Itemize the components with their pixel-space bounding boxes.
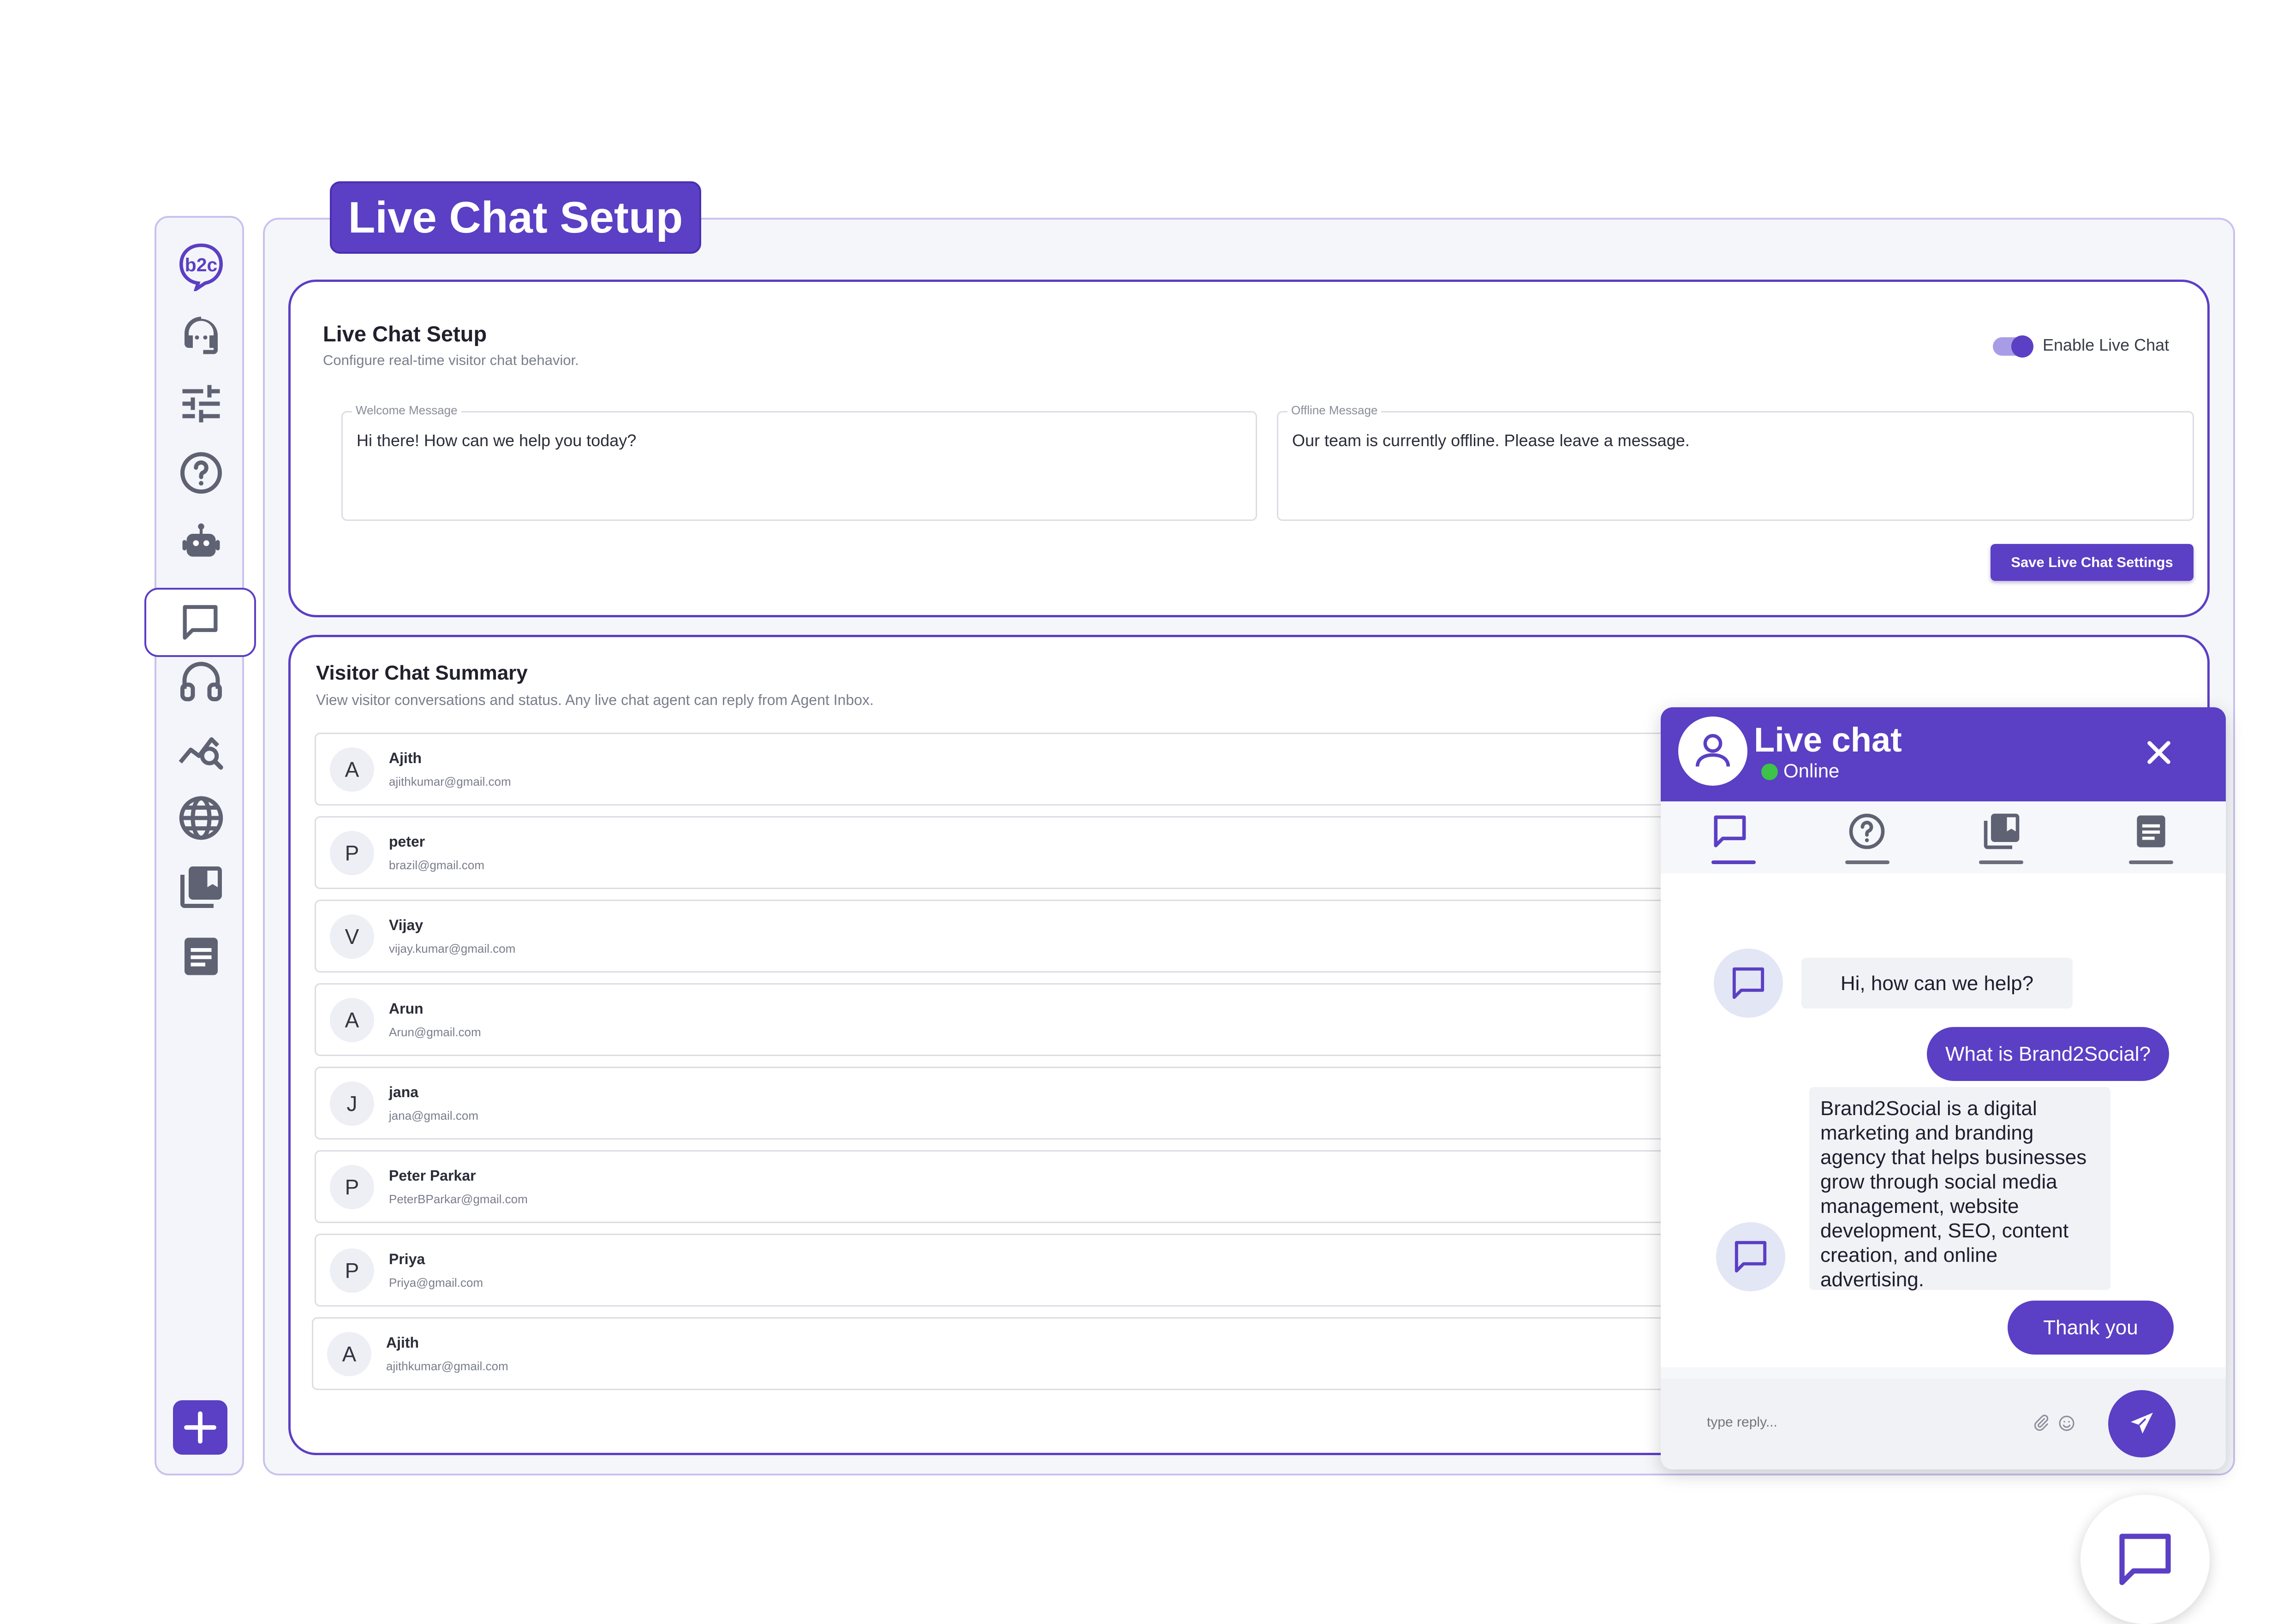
visitor-email: brazil@gmail.com: [389, 858, 484, 872]
emoji-icon: [2059, 1415, 2074, 1431]
chat-messages: Hi, how can we help? What is Brand2Socia…: [1661, 873, 2226, 1367]
visitor-name: Ajith: [386, 1334, 419, 1351]
tab-help[interactable]: [1842, 806, 1892, 857]
visitor-name: jana: [389, 1084, 419, 1100]
send-button[interactable]: [2108, 1390, 2176, 1457]
summary-title: Visitor Chat Summary: [316, 662, 528, 684]
chat-title: Live chat: [1754, 721, 1902, 759]
offline-message-label: Offline Message: [1288, 403, 1382, 418]
agent-avatar: [1678, 716, 1747, 786]
bot-message: Hi, how can we help?: [1801, 958, 2073, 1009]
chat-launcher-button[interactable]: [2080, 1495, 2210, 1624]
welcome-message-field[interactable]: Welcome Message Hi there! How can we hel…: [341, 403, 1257, 521]
offline-message-value: Our team is currently offline. Please le…: [1292, 431, 1690, 450]
user-message: Thank you: [2008, 1301, 2174, 1355]
setup-subtitle: Configure real-time visitor chat behavio…: [323, 352, 579, 368]
enable-live-chat-toggle[interactable]: [1993, 335, 2033, 358]
bot-avatar: [1714, 949, 1783, 1018]
logo-icon[interactable]: b2c: [176, 241, 227, 292]
online-status-dot: [1761, 764, 1778, 780]
avatar: A: [327, 1332, 371, 1376]
globe-icon[interactable]: [176, 793, 227, 843]
tab-chat[interactable]: [1705, 806, 1755, 857]
visitor-name: Arun: [389, 1000, 423, 1017]
avatar: P: [330, 1248, 374, 1293]
tab-help-underline: [1845, 860, 1890, 864]
visitor-email: jana@gmail.com: [389, 1109, 479, 1122]
support-agent-icon[interactable]: [176, 310, 227, 361]
enable-live-chat-label: Enable Live Chat: [2043, 335, 2170, 354]
library-icon[interactable]: [176, 862, 227, 913]
visitor-email: Arun@gmail.com: [389, 1025, 481, 1039]
visitor-email: Priya@gmail.com: [389, 1276, 483, 1290]
chat-status: Online: [1783, 760, 1840, 782]
visitor-email: ajithkumar@gmail.com: [389, 775, 511, 788]
document-tab-icon: [2137, 815, 2165, 848]
tab-library[interactable]: [1976, 806, 2027, 857]
chat-bubble-icon: [1732, 967, 1764, 999]
welcome-message-label: Welcome Message: [352, 403, 461, 418]
add-button[interactable]: [173, 1400, 227, 1455]
avatar: J: [330, 1081, 374, 1126]
welcome-message-value: Hi there! How can we help you today?: [357, 431, 637, 450]
chat-tabs: [1661, 801, 2226, 871]
logo-text: b2c: [185, 254, 218, 275]
page-title: Live Chat Setup: [330, 181, 701, 254]
paperclip-icon: [2034, 1415, 2049, 1431]
sliders-icon[interactable]: [176, 378, 227, 429]
visitor-name: peter: [389, 833, 425, 850]
headphones-icon[interactable]: [176, 655, 227, 706]
bot-avatar: [1716, 1222, 1785, 1291]
avatar: A: [330, 998, 374, 1042]
avatar: V: [330, 914, 374, 959]
visitor-email: vijay.kumar@gmail.com: [389, 942, 516, 955]
user-icon: [1695, 734, 1730, 767]
offline-message-field[interactable]: Offline Message Our team is currently of…: [1277, 403, 2194, 521]
attach-button[interactable]: [2030, 1412, 2053, 1435]
analytics-search-icon[interactable]: [176, 724, 227, 775]
tab-chat-underline: [1711, 860, 1756, 864]
send-icon: [2131, 1413, 2153, 1434]
robot-icon[interactable]: [176, 517, 227, 567]
close-icon: [2147, 741, 2170, 764]
sidebar-item-chat[interactable]: [144, 588, 256, 657]
setup-title: Live Chat Setup: [323, 322, 487, 346]
chat-icon: [2119, 1534, 2171, 1585]
live-chat-setup-card: Live Chat Setup Configure real-time visi…: [288, 280, 2210, 617]
close-button[interactable]: [2140, 734, 2177, 771]
visitor-name: Vijay: [389, 917, 423, 933]
bot-message: Brand2Social is a digital marketing and …: [1809, 1087, 2110, 1291]
save-live-chat-settings-button[interactable]: Save Live Chat Settings: [1991, 544, 2194, 581]
chat-header: Live chat Online: [1661, 707, 2226, 801]
visitor-email: PeterBParkar@gmail.com: [389, 1192, 528, 1206]
visitor-email: ajithkumar@gmail.com: [386, 1359, 508, 1373]
avatar: P: [330, 831, 374, 875]
chat-tab-icon: [1714, 815, 1746, 848]
avatar: P: [330, 1165, 374, 1209]
chat-bubble-icon: [1735, 1241, 1767, 1273]
document-icon[interactable]: [176, 931, 227, 982]
visitor-name: Peter Parkar: [389, 1167, 476, 1184]
toggle-knob: [2011, 335, 2033, 358]
chat-input-bar: [1661, 1379, 2226, 1469]
sidebar: b2c: [144, 216, 256, 1475]
chat-icon: [183, 605, 218, 640]
summary-subtitle: View visitor conversations and status. A…: [316, 692, 874, 708]
help-icon[interactable]: [176, 448, 227, 498]
tab-library-underline: [1979, 860, 2023, 864]
tab-document[interactable]: [2126, 806, 2176, 857]
library-tab-icon: [1984, 813, 2020, 849]
add-icon: [184, 1411, 216, 1444]
tab-document-underline: [2129, 860, 2173, 864]
emoji-button[interactable]: [2055, 1412, 2078, 1435]
live-chat-widget: Live chat Online Hi, how can we help? Wh…: [1661, 707, 2226, 1469]
visitor-name: Priya: [389, 1251, 425, 1267]
help-tab-icon: [1849, 813, 1885, 849]
avatar: A: [330, 747, 374, 792]
visitor-name: Ajith: [389, 750, 422, 766]
user-message: What is Brand2Social?: [1927, 1027, 2169, 1081]
